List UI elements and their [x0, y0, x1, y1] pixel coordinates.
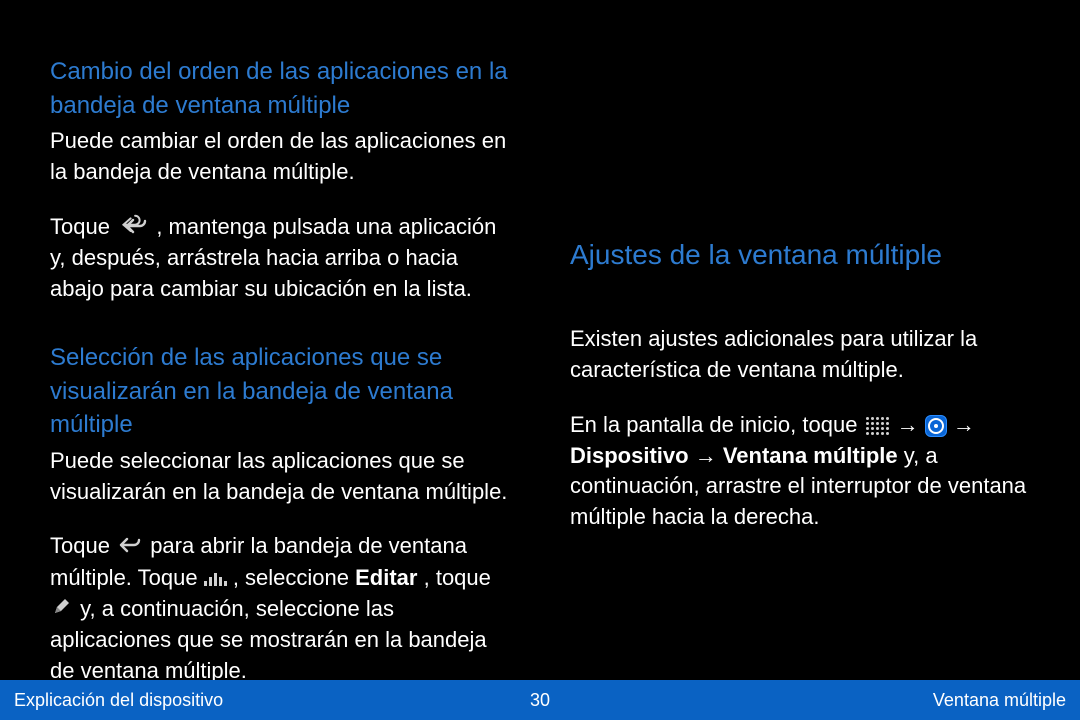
text: En la pantalla de inicio, toque: [570, 412, 864, 437]
text: →: [897, 412, 925, 437]
paragraph: Puede seleccionar las aplicaciones que s…: [50, 446, 510, 508]
bars-icon: [204, 573, 227, 586]
text-bold: Dispositivo: [570, 443, 689, 468]
left-column: Cambio del orden de las aplicaciones en …: [50, 55, 510, 680]
back-arrow-icon: [118, 532, 142, 563]
footer-right: Ventana múltiple: [933, 690, 1066, 711]
right-column: Ajustes de la ventana múltiple Existen a…: [570, 55, 1030, 680]
text: , mantenga pulsada una aplicación y, des…: [50, 214, 496, 301]
pencil-icon: [52, 594, 72, 625]
text: Toque: [50, 533, 116, 558]
heading-multiwindow-settings: Ajustes de la ventana múltiple: [570, 235, 1030, 274]
text: , toque: [424, 565, 491, 590]
paragraph: Toque para abrir la bandeja de ventana m…: [50, 531, 510, 687]
text: Existen ajustes adicionales para utiliza…: [570, 326, 977, 382]
text: Puede seleccionar las aplicaciones que s…: [50, 448, 507, 504]
heading-reorder-apps: Cambio del orden de las aplicaciones en …: [50, 55, 510, 122]
text: y, a continuación, seleccione las aplica…: [50, 596, 487, 683]
text: Puede cambiar el orden de las aplicacion…: [50, 128, 506, 184]
text: →: [953, 412, 975, 437]
page-number: 30: [530, 690, 550, 711]
settings-icon: [925, 415, 947, 437]
footer-left: Explicación del dispositivo: [14, 690, 223, 711]
text: Toque: [50, 214, 116, 239]
paragraph: En la pantalla de inicio, toque → → Disp…: [570, 410, 1030, 533]
heading-select-apps: Selección de las aplicaciones que se vis…: [50, 341, 510, 442]
paragraph: Puede cambiar el orden de las aplicacion…: [50, 126, 510, 188]
text-bold: Ventana múltiple: [723, 443, 898, 468]
text: →: [695, 443, 723, 468]
apps-grid-icon: [864, 415, 891, 437]
text: , seleccione: [233, 565, 355, 590]
paragraph: Existen ajustes adicionales para utiliza…: [570, 324, 1030, 386]
footer-bar: Explicación del dispositivo 30 Ventana m…: [0, 680, 1080, 720]
paragraph: Toque , mantenga pulsada una aplicación …: [50, 212, 510, 305]
text-bold: Editar: [355, 565, 417, 590]
back-arrow-icon: [118, 213, 148, 244]
